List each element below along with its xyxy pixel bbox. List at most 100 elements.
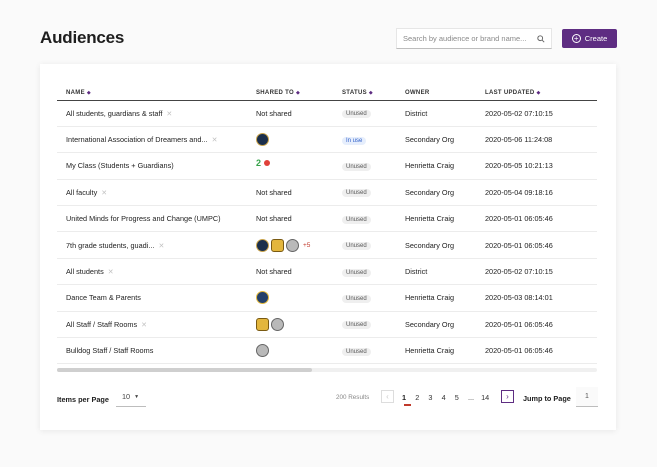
create-button[interactable]: + Create: [562, 29, 617, 48]
pin-off-icon[interactable]: ✕: [166, 110, 172, 118]
search-icon[interactable]: [537, 34, 545, 43]
horizontal-scrollbar[interactable]: [57, 368, 597, 372]
shared-to-cell: Not shared: [247, 258, 333, 286]
owner-cell: Secondary Org: [396, 311, 476, 339]
column-header-name[interactable]: NAME ◆: [57, 86, 247, 101]
plus-circle-icon: +: [571, 34, 581, 43]
audience-name[interactable]: United Minds for Progress and Change (UM…: [66, 214, 221, 223]
audience-name[interactable]: International Association of Dreamers an…: [66, 135, 208, 144]
status-badge: Unused: [342, 189, 371, 198]
status-badge: Unused: [342, 294, 371, 303]
page-number[interactable]: 14: [481, 393, 494, 402]
more-logos-count[interactable]: +5: [303, 242, 310, 249]
last-updated-cell: 2020-05-01 06:05:46: [476, 205, 597, 233]
owner-cell: Henrietta Craig: [396, 284, 476, 312]
pin-off-icon[interactable]: ✕: [158, 242, 164, 250]
audience-name-cell[interactable]: All Staff / Staff Rooms ✕: [57, 311, 247, 339]
results-count: 200 Results: [336, 394, 370, 401]
audience-name-cell[interactable]: United Minds for Progress and Change (UM…: [57, 205, 247, 233]
table-row[interactable]: International Association of Dreamers an…: [57, 126, 597, 154]
jump-to-page-input[interactable]: 1: [576, 387, 598, 407]
audience-name-cell[interactable]: All faculty ✕: [57, 179, 247, 207]
shared-to-cell: Not shared: [247, 179, 333, 207]
audience-name-cell[interactable]: International Association of Dreamers an…: [57, 126, 247, 154]
table-row[interactable]: Dance Team & Parents Unused Henrietta Crai…: [57, 284, 597, 312]
column-header-updated-label: LAST UPDATED: [485, 89, 535, 96]
scrollbar-thumb[interactable]: [57, 368, 312, 372]
table-row[interactable]: Bulldog Staff / Staff Rooms Unused Henriet…: [57, 337, 597, 365]
search-input[interactable]: [403, 34, 533, 43]
shared-to-cell: [247, 337, 333, 365]
page-number[interactable]: 4: [442, 393, 455, 402]
table-row[interactable]: All Staff / Staff Rooms ✕ Unused Secondary …: [57, 311, 597, 339]
shared-logos: +5: [256, 238, 333, 252]
last-updated-cell: 2020-05-04 09:18:16: [476, 179, 597, 207]
search-box[interactable]: [396, 28, 552, 49]
page-number[interactable]: 1: [402, 393, 415, 402]
pin-off-icon[interactable]: ✕: [141, 321, 147, 329]
owner-cell: District: [396, 100, 476, 127]
table-row[interactable]: United Minds for Progress and Change (UM…: [57, 205, 597, 233]
audience-name-cell[interactable]: 7th grade students, guadi... ✕: [57, 231, 247, 259]
org-logo: [256, 317, 269, 331]
audience-name-cell[interactable]: Bulldog Staff / Staff Rooms: [57, 337, 247, 365]
org-logo: [271, 317, 284, 331]
shared-to-text: Not shared: [256, 267, 292, 277]
status-cell: Unused: [333, 258, 396, 286]
caret-down-icon: ▼: [134, 393, 140, 400]
audience-name-cell[interactable]: Dance Team & Parents: [57, 284, 247, 312]
audience-name-cell[interactable]: All students, guardians & staff ✕: [57, 100, 247, 127]
column-header-shared-label: SHARED TO: [256, 89, 294, 96]
status-cell: Unused: [333, 152, 396, 180]
shared-to-cell: [247, 284, 333, 312]
shared-to-text: Not shared: [256, 108, 292, 118]
table-row[interactable]: All students ✕ Not shared Unused District 202…: [57, 258, 597, 286]
status-badge: Unused: [342, 321, 371, 330]
table-row[interactable]: All faculty ✕ Not shared Unused Secondary Or…: [57, 179, 597, 207]
page-number[interactable]: 5: [455, 393, 468, 402]
column-header-updated[interactable]: LAST UPDATED ◆: [476, 86, 597, 101]
pin-off-icon[interactable]: ✕: [212, 136, 218, 144]
next-page-button[interactable]: ›: [501, 390, 514, 403]
org-logo: [256, 133, 269, 147]
shared-logos: 2: [256, 158, 333, 173]
last-updated-cell: 2020-05-03 08:14:01: [476, 284, 597, 312]
status-badge: Unused: [342, 242, 371, 251]
shared-logos: [256, 291, 333, 305]
status-cell: Unused: [333, 179, 396, 207]
active-page-indicator: [404, 404, 411, 406]
page-number[interactable]: 3: [428, 393, 441, 402]
column-header-owner-label: OWNER: [405, 89, 430, 96]
owner-cell: Secondary Org: [396, 126, 476, 154]
status-badge: Unused: [342, 268, 371, 277]
table-row[interactable]: 7th grade students, guadi... ✕ +5 Unused Sec…: [57, 231, 597, 259]
audience-name[interactable]: 7th grade students, guadi...: [66, 241, 154, 250]
audience-name[interactable]: Bulldog Staff / Staff Rooms: [66, 346, 153, 355]
audience-name[interactable]: All faculty: [66, 188, 97, 197]
sort-arrows-icon[interactable]: ◆: [296, 90, 300, 96]
audience-name-cell[interactable]: My Class (Students + Guardians): [57, 152, 247, 180]
table-row[interactable]: All students, guardians & staff ✕ Not shar…: [57, 100, 597, 127]
audience-name[interactable]: All students: [66, 267, 104, 276]
previous-page-button[interactable]: ‹: [381, 390, 394, 403]
status-badge: In use: [342, 136, 367, 145]
sort-arrows-icon[interactable]: ◆: [369, 90, 373, 96]
audience-name-cell[interactable]: All students ✕: [57, 258, 247, 286]
column-header-status[interactable]: STATUS ◆: [333, 86, 396, 101]
pin-off-icon[interactable]: ✕: [101, 189, 107, 197]
audience-name[interactable]: All students, guardians & staff: [66, 109, 162, 118]
table-row[interactable]: My Class (Students + Guardians) 2 Unused He…: [57, 152, 597, 180]
shared-to-cell: [247, 311, 333, 339]
sort-arrows-icon[interactable]: ◆: [537, 90, 541, 96]
audience-name[interactable]: All Staff / Staff Rooms: [66, 320, 137, 329]
page-number[interactable]: 2: [415, 393, 428, 402]
pin-off-icon[interactable]: ✕: [108, 268, 114, 276]
owner-cell: Henrietta Craig: [396, 205, 476, 233]
audience-name[interactable]: Dance Team & Parents: [66, 293, 141, 302]
audience-name[interactable]: My Class (Students + Guardians): [66, 161, 174, 170]
org-logo: [256, 238, 269, 252]
chevron-left-icon: ‹: [386, 392, 389, 401]
sort-arrows-icon[interactable]: ◆: [87, 90, 91, 96]
items-per-page-select[interactable]: 10 ▼: [116, 387, 146, 407]
column-header-shared[interactable]: SHARED TO ◆: [247, 86, 333, 101]
